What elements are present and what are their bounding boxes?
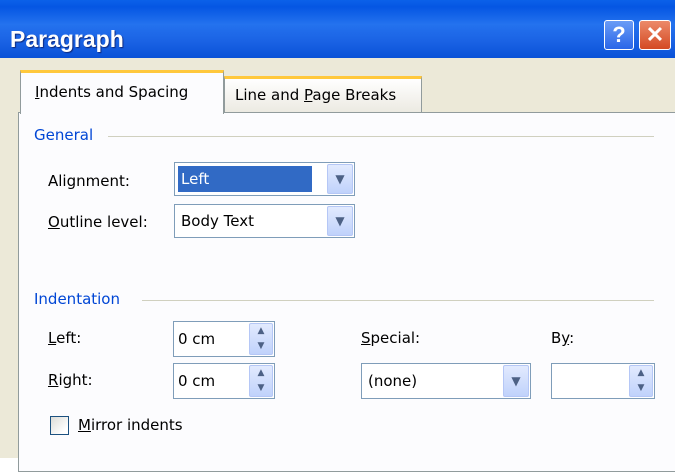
- spin-up-icon[interactable]: ▲: [630, 366, 652, 381]
- outline-level-value: Body Text: [181, 212, 254, 230]
- spin-up-icon[interactable]: ▲: [250, 324, 272, 339]
- tab-indents-and-spacing[interactable]: Indents and Spacing: [20, 70, 224, 114]
- indentation-heading: Indentation: [34, 290, 120, 308]
- special-select[interactable]: (none) ▼: [361, 363, 531, 399]
- chevron-down-icon[interactable]: ▼: [327, 164, 353, 194]
- help-button[interactable]: ?: [604, 20, 634, 50]
- spin-buttons[interactable]: ▲ ▼: [249, 323, 273, 355]
- spin-down-icon[interactable]: ▼: [630, 381, 652, 396]
- title-bar[interactable]: Paragraph ? ✕: [0, 0, 675, 58]
- chevron-down-icon[interactable]: ▼: [327, 206, 353, 236]
- right-indent-spinner[interactable]: 0 cm ▲ ▼: [173, 363, 275, 399]
- left-indent-label: Left:: [48, 329, 82, 347]
- spin-buttons[interactable]: ▲ ▼: [629, 365, 653, 397]
- spin-up-icon[interactable]: ▲: [250, 366, 272, 381]
- special-label: Special:: [361, 329, 421, 347]
- help-icon: ?: [612, 22, 626, 47]
- general-divider: [108, 136, 654, 137]
- outline-level-select[interactable]: Body Text ▼: [174, 204, 355, 238]
- special-value: (none): [368, 372, 418, 390]
- by-label: By:: [551, 329, 575, 347]
- left-indent-spinner[interactable]: 0 cm ▲ ▼: [173, 321, 275, 357]
- general-heading: General: [34, 126, 94, 144]
- spin-down-icon[interactable]: ▼: [250, 339, 272, 354]
- spin-buttons[interactable]: ▲ ▼: [249, 365, 273, 397]
- right-indent-value: 0 cm: [178, 372, 216, 390]
- alignment-select[interactable]: Left ▼: [174, 162, 355, 196]
- mirror-indents-label[interactable]: Mirror indents: [78, 416, 183, 434]
- tab-label: Indents and Spacing: [35, 83, 189, 101]
- left-indent-value: 0 cm: [178, 330, 216, 348]
- close-icon: ✕: [645, 22, 665, 47]
- window-title: Paragraph: [10, 26, 124, 52]
- alignment-label: Alignment:: [48, 172, 130, 190]
- tab-label: Line and Page Breaks: [235, 86, 397, 104]
- by-spinner[interactable]: ▲ ▼: [551, 363, 655, 399]
- indentation-divider: [142, 300, 654, 301]
- spin-down-icon[interactable]: ▼: [250, 381, 272, 396]
- outline-level-label: Outline level:: [48, 213, 148, 231]
- right-indent-label: Right:: [48, 371, 93, 389]
- chevron-down-icon[interactable]: ▼: [503, 365, 529, 397]
- mirror-indents-checkbox[interactable]: [50, 416, 69, 435]
- alignment-value: Left: [178, 166, 312, 192]
- close-button[interactable]: ✕: [639, 20, 671, 50]
- tab-line-and-page-breaks[interactable]: Line and Page Breaks: [224, 76, 422, 112]
